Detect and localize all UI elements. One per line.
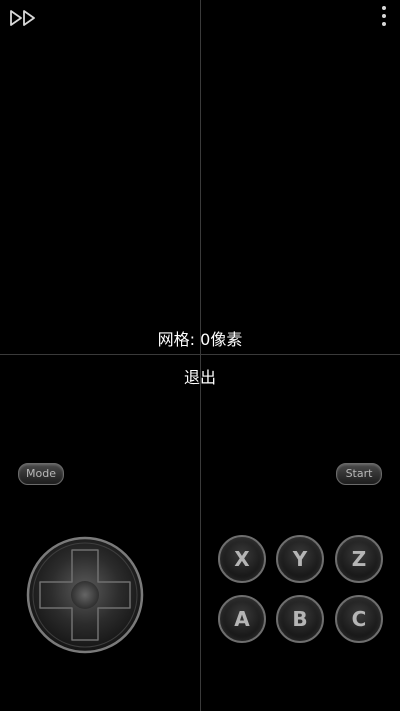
grid-size-label: 网格: 0像素	[157, 330, 243, 349]
b-button[interactable]: B	[276, 595, 324, 643]
grid-line-vertical	[200, 0, 201, 711]
x-button[interactable]: X	[218, 535, 266, 583]
start-button[interactable]: Start	[336, 463, 382, 485]
grid-line-horizontal	[0, 354, 400, 355]
a-button[interactable]: A	[218, 595, 266, 643]
y-button[interactable]: Y	[276, 535, 324, 583]
more-vertical-icon[interactable]	[380, 6, 388, 30]
fast-forward-icon[interactable]	[9, 10, 37, 26]
exit-button[interactable]: 退出	[170, 364, 230, 388]
mode-button[interactable]: Mode	[18, 463, 64, 485]
dpad-icon[interactable]	[26, 536, 144, 654]
z-button[interactable]: Z	[335, 535, 383, 583]
c-button[interactable]: C	[335, 595, 383, 643]
